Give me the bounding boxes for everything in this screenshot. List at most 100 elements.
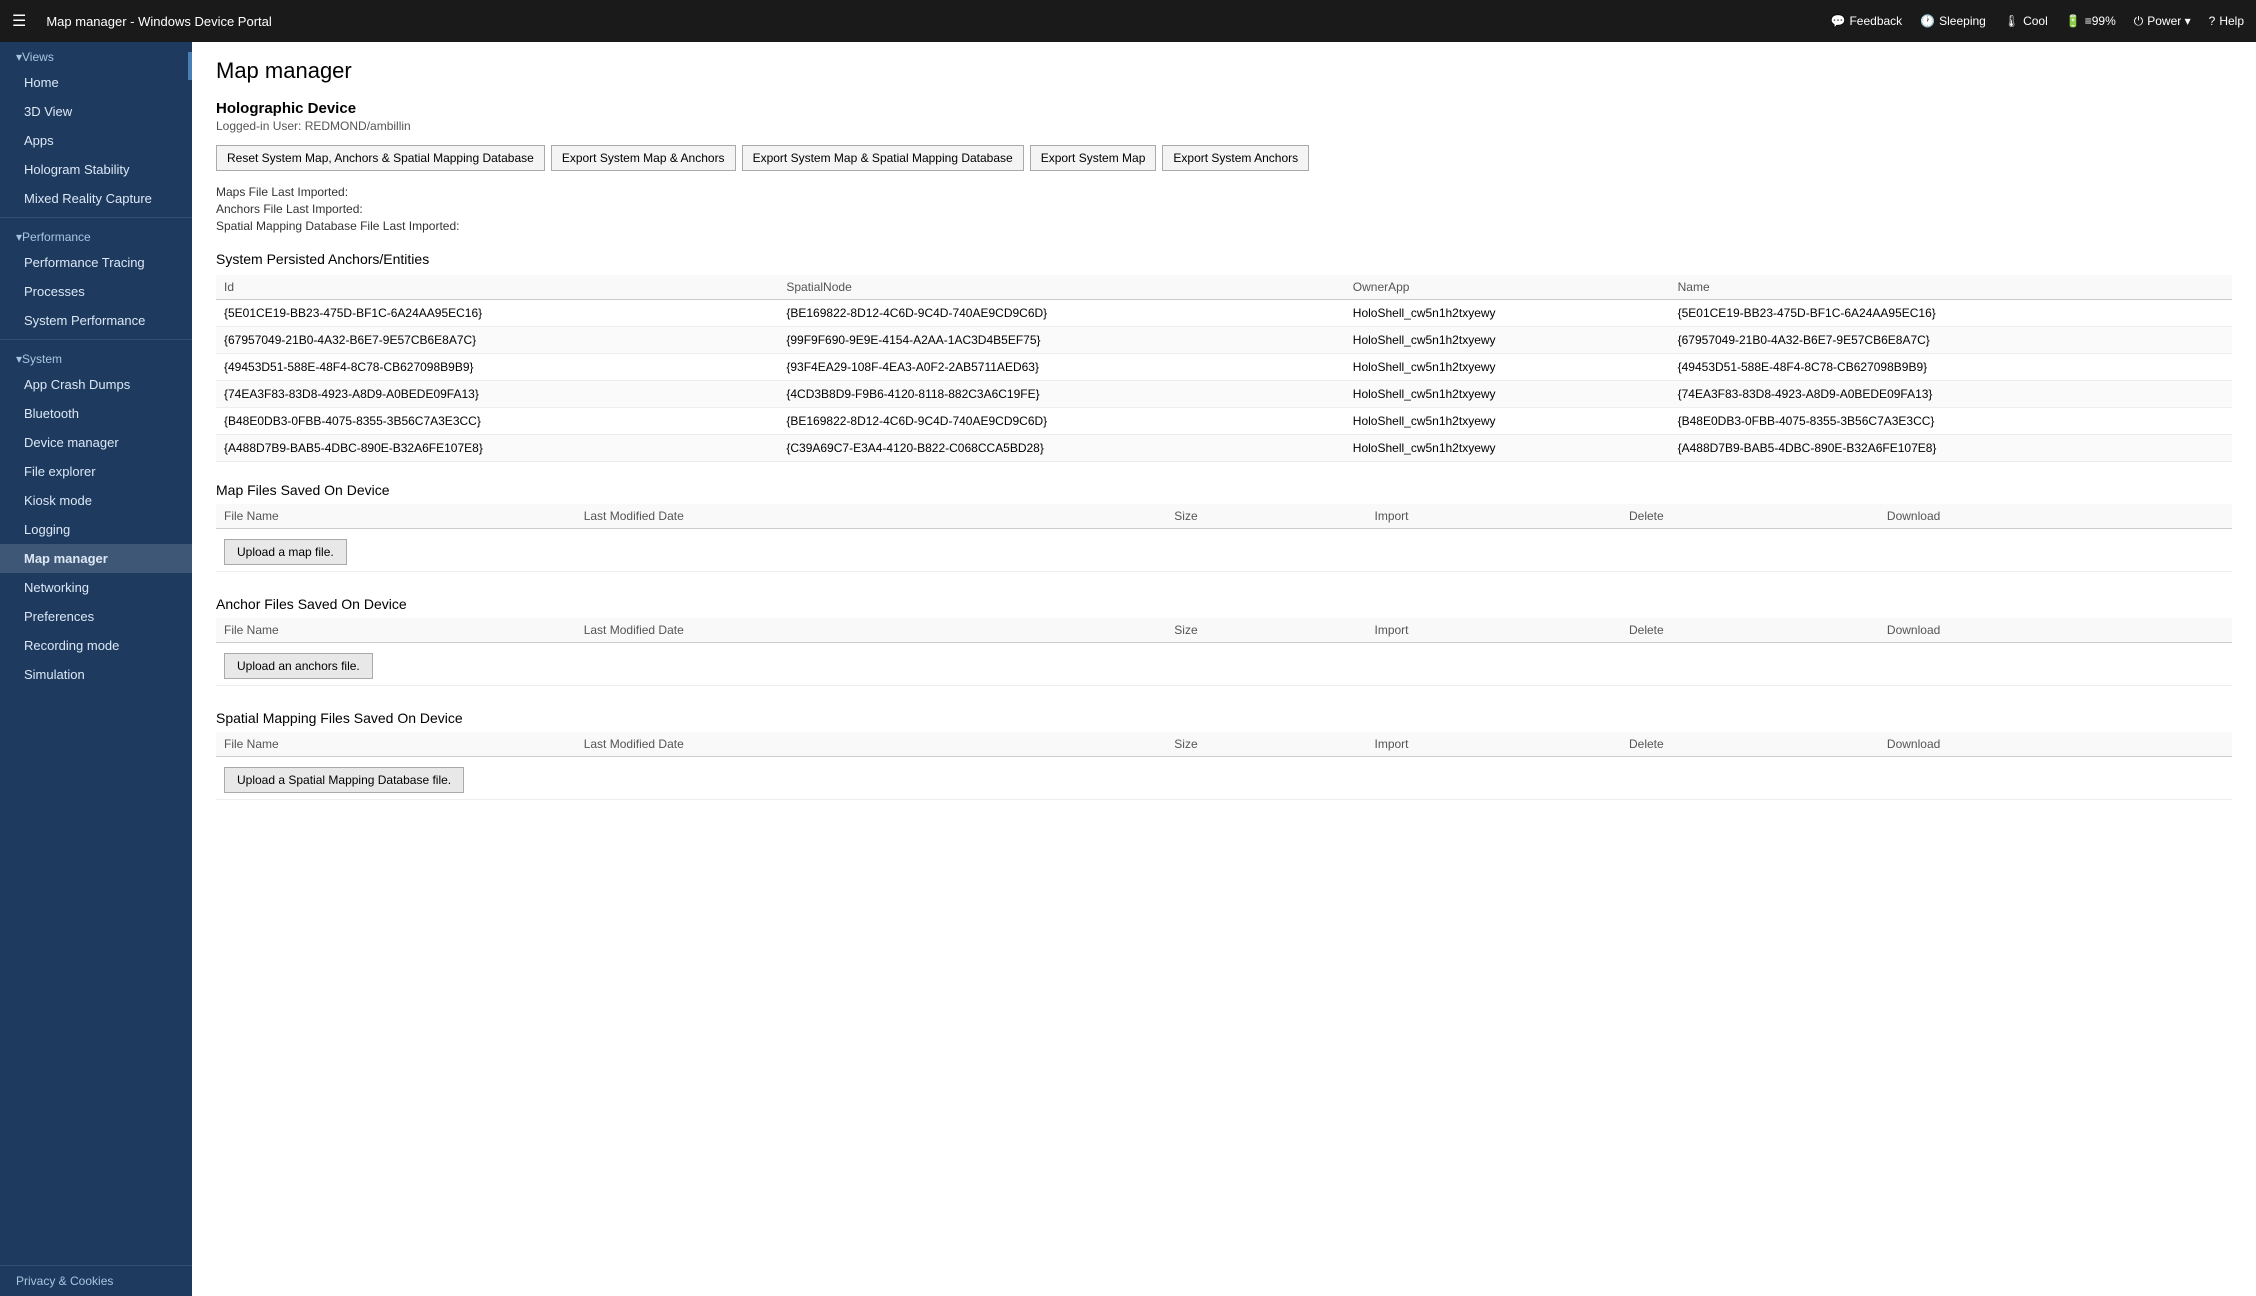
battery-indicator: 🔋 ≡99% [2066, 14, 2116, 28]
export-map-spatial-button[interactable]: Export System Map & Spatial Mapping Data… [742, 145, 1024, 171]
cool-indicator: 🌡 Cool [2004, 14, 2048, 28]
anchor-col-import: Import [1367, 618, 1622, 643]
spatial-col-date: Last Modified Date [576, 732, 1167, 757]
anchors-cell-owner_app: HoloShell_cw5n1h2txyewy [1345, 408, 1670, 435]
sidebar-item-file-explorer[interactable]: File explorer [0, 457, 192, 486]
export-system-map-button[interactable]: Export System Map [1030, 145, 1157, 171]
sidebar-item-preferences[interactable]: Preferences [0, 602, 192, 631]
anchors-cell-id: {B48E0DB3-0FBB-4075-8355-3B56C7A3E3CC} [216, 408, 778, 435]
anchors-table-row: {5E01CE19-BB23-475D-BF1C-6A24AA95EC16} {B… [216, 300, 2232, 327]
anchor-files-table: File Name Last Modified Date Size Import… [216, 618, 2232, 686]
sidebar-item-app-crash-dumps[interactable]: App Crash Dumps [0, 370, 192, 399]
sidebar-section-system[interactable]: ▾System [0, 344, 192, 370]
export-map-anchors-button[interactable]: Export System Map & Anchors [551, 145, 736, 171]
top-actions: 💬 Feedback 🕐 Sleeping 🌡 Cool 🔋 ≡99% ⏻ Po… [1831, 14, 2244, 29]
sidebar-item-device-manager[interactable]: Device manager [0, 428, 192, 457]
anchors-cell-id: {A488D7B9-BAB5-4DBC-890E-B32A6FE107E8} [216, 435, 778, 462]
map-files-table: File Name Last Modified Date Size Import… [216, 504, 2232, 572]
spatial-col-filename: File Name [216, 732, 576, 757]
sidebar-item-recording-mode[interactable]: Recording mode [0, 631, 192, 660]
main-content: Map manager Holographic Device Logged-in… [192, 42, 2256, 1296]
export-system-anchors-button[interactable]: Export System Anchors [1162, 145, 1309, 171]
anchors-cell-spatial_node: {93F4EA29-108F-4EA3-A0F2-2AB5711AED63} [778, 354, 1344, 381]
sidebar-item-hologram-stability[interactable]: Hologram Stability [0, 155, 192, 184]
col-id: Id [216, 275, 778, 300]
anchors-cell-spatial_node: {99F9F690-9E9E-4154-A2AA-1AC3D4B5EF75} [778, 327, 1344, 354]
sidebar-item-performance-tracing[interactable]: Performance Tracing [0, 248, 192, 277]
sidebar-item-processes[interactable]: Processes [0, 277, 192, 306]
map-col-size: Size [1166, 504, 1366, 529]
sidebar-item-logging[interactable]: Logging [0, 515, 192, 544]
device-title: Holographic Device [216, 100, 2232, 117]
map-files-title: Map Files Saved On Device [216, 482, 2232, 498]
sidebar-item-simulation[interactable]: Simulation [0, 660, 192, 689]
anchors-cell-name: {5E01CE19-BB23-475D-BF1C-6A24AA95EC16} [1670, 300, 2232, 327]
upload-spatial-button[interactable]: Upload a Spatial Mapping Database file. [224, 767, 464, 793]
hamburger-icon[interactable]: ☰ [12, 11, 26, 31]
sidebar-section-views[interactable]: ▾Views [0, 42, 192, 68]
anchors-cell-name: {A488D7B9-BAB5-4DBC-890E-B32A6FE107E8} [1670, 435, 2232, 462]
upload-anchor-button[interactable]: Upload an anchors file. [224, 653, 373, 679]
anchors-cell-name: {74EA3F83-83D8-4923-A8D9-A0BEDE09FA13} [1670, 381, 2232, 408]
main-layout: ‹ ▾Views Home 3D View Apps Hologram Stab… [0, 42, 2256, 1296]
anchor-col-filename: File Name [216, 618, 576, 643]
map-col-filename: File Name [216, 504, 576, 529]
sidebar-item-map-manager[interactable]: Map manager [0, 544, 192, 573]
feedback-button[interactable]: 💬 Feedback [1831, 14, 1903, 28]
window-title: Map manager - Windows Device Portal [46, 14, 1818, 29]
sidebar-item-kiosk-mode[interactable]: Kiosk mode [0, 486, 192, 515]
spatial-col-import: Import [1367, 732, 1622, 757]
map-col-download: Download [1879, 504, 2232, 529]
sidebar-item-mixed-reality-capture[interactable]: Mixed Reality Capture [0, 184, 192, 213]
col-name: Name [1670, 275, 2232, 300]
spatial-file-info: Spatial Mapping Database File Last Impor… [216, 219, 2232, 233]
anchors-cell-owner_app: HoloShell_cw5n1h2txyewy [1345, 327, 1670, 354]
map-col-date: Last Modified Date [576, 504, 1167, 529]
anchor-col-size: Size [1166, 618, 1366, 643]
anchors-table-row: {67957049-21B0-4A32-B6E7-9E57CB6E8A7C} {9… [216, 327, 2232, 354]
map-col-delete: Delete [1621, 504, 1879, 529]
spatial-files-title: Spatial Mapping Files Saved On Device [216, 710, 2232, 726]
action-buttons: Reset System Map, Anchors & Spatial Mapp… [216, 145, 2232, 171]
device-info: Holographic Device Logged-in User: REDMO… [216, 100, 2232, 133]
anchors-cell-owner_app: HoloShell_cw5n1h2txyewy [1345, 381, 1670, 408]
help-button[interactable]: ? Help [2209, 14, 2244, 28]
anchors-cell-name: {B48E0DB3-0FBB-4075-8355-3B56C7A3E3CC} [1670, 408, 2232, 435]
anchors-section-title: System Persisted Anchors/Entities [216, 251, 2232, 267]
anchors-cell-id: {74EA3F83-83D8-4923-A8D9-A0BEDE09FA13} [216, 381, 778, 408]
anchors-table-row: {A488D7B9-BAB5-4DBC-890E-B32A6FE107E8}{C… [216, 435, 2232, 462]
sidebar-item-home[interactable]: Home [0, 68, 192, 97]
sidebar-item-3d-view[interactable]: 3D View [0, 97, 192, 126]
sidebar-divider-2 [0, 339, 192, 340]
anchors-table-row: {74EA3F83-83D8-4923-A8D9-A0BEDE09FA13}{4… [216, 381, 2232, 408]
anchors-cell-owner_app: HoloShell_cw5n1h2txyewy [1345, 300, 1670, 327]
privacy-cookies-link[interactable]: Privacy & Cookies [0, 1265, 192, 1296]
sidebar-item-apps[interactable]: Apps [0, 126, 192, 155]
anchors-cell-owner_app: HoloShell_cw5n1h2txyewy [1345, 354, 1670, 381]
reset-system-map-button[interactable]: Reset System Map, Anchors & Spatial Mapp… [216, 145, 545, 171]
sidebar: ‹ ▾Views Home 3D View Apps Hologram Stab… [0, 42, 192, 1296]
anchor-col-delete: Delete [1621, 618, 1879, 643]
sidebar-section-performance[interactable]: ▾Performance [0, 222, 192, 248]
anchors-table-row: {49453D51-588E-48F4-8C78-CB627098B9B9}{9… [216, 354, 2232, 381]
spatial-col-size: Size [1166, 732, 1366, 757]
sidebar-item-system-performance[interactable]: System Performance [0, 306, 192, 335]
anchors-cell-spatial_node: {BE169822-8D12-4C6D-9C4D-740AE9CD9C6D} [778, 300, 1344, 327]
anchors-cell-owner_app: HoloShell_cw5n1h2txyewy [1345, 435, 1670, 462]
map-files-section: Map Files Saved On Device File Name Last… [216, 482, 2232, 572]
anchor-files-section: Anchor Files Saved On Device File Name L… [216, 596, 2232, 686]
anchors-cell-name: {67957049-21B0-4A32-B6E7-9E57CB6E8A7C} [1670, 327, 2232, 354]
anchors-cell-id: {49453D51-588E-48F4-8C78-CB627098B9B9} [216, 354, 778, 381]
import-info: Maps File Last Imported: Anchors File La… [216, 185, 2232, 233]
topbar: ☰ Map manager - Windows Device Portal 💬 … [0, 0, 2256, 42]
spatial-col-download: Download [1879, 732, 2232, 757]
anchor-col-download: Download [1879, 618, 2232, 643]
anchors-table-row: {B48E0DB3-0FBB-4075-8355-3B56C7A3E3CC} {B… [216, 408, 2232, 435]
sidebar-collapse-button[interactable]: ‹ [188, 52, 192, 80]
sidebar-divider-1 [0, 217, 192, 218]
sidebar-item-networking[interactable]: Networking [0, 573, 192, 602]
sidebar-item-bluetooth[interactable]: Bluetooth [0, 399, 192, 428]
upload-map-button[interactable]: Upload a map file. [224, 539, 347, 565]
power-button[interactable]: ⏻ Power ▾ [2134, 14, 2191, 29]
spatial-files-section: Spatial Mapping Files Saved On Device Fi… [216, 710, 2232, 800]
